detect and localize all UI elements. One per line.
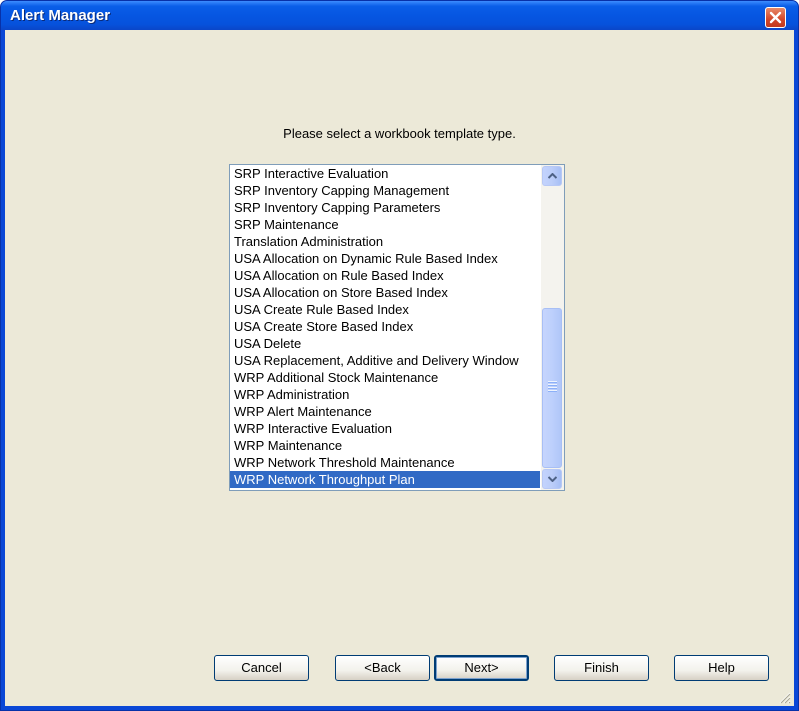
scroll-down-arrow-icon	[548, 476, 557, 482]
list-item[interactable]: WRP Interactive Evaluation	[230, 420, 540, 437]
list-item[interactable]: USA Allocation on Dynamic Rule Based Ind…	[230, 250, 540, 267]
close-icon	[769, 11, 782, 24]
list-item[interactable]: WRP Network Throughput Plan	[230, 471, 540, 488]
list-item[interactable]: SRP Maintenance	[230, 216, 540, 233]
list-item[interactable]: WRP Maintenance	[230, 437, 540, 454]
list-item[interactable]: Translation Administration	[230, 233, 540, 250]
cancel-button[interactable]: Cancel	[214, 655, 309, 681]
list-item[interactable]: USA Allocation on Rule Based Index	[230, 267, 540, 284]
list-item[interactable]: USA Allocation on Store Based Index	[230, 284, 540, 301]
window-title: Alert Manager	[10, 7, 111, 24]
scroll-thumb-grip	[548, 381, 557, 393]
scroll-thumb[interactable]	[542, 308, 562, 468]
alert-manager-window: Alert Manager Please select a workbook t…	[0, 0, 799, 711]
help-button[interactable]: Help	[674, 655, 769, 681]
list-item[interactable]: SRP Inventory Capping Parameters	[230, 199, 540, 216]
list-item[interactable]: USA Create Store Based Index	[230, 318, 540, 335]
close-button[interactable]	[765, 7, 786, 28]
list-item[interactable]: USA Create Rule Based Index	[230, 301, 540, 318]
back-button[interactable]: <Back	[335, 655, 430, 681]
resize-grip-icon[interactable]	[777, 690, 791, 704]
next-button[interactable]: Next>	[434, 655, 529, 681]
title-bar[interactable]: Alert Manager	[1, 1, 798, 30]
list-item[interactable]: SRP Interactive Evaluation	[230, 165, 540, 182]
finish-button[interactable]: Finish	[554, 655, 649, 681]
list-item[interactable]: SRP Inventory Capping Management	[230, 182, 540, 199]
instruction-label: Please select a workbook template type.	[283, 126, 516, 141]
dialog-client-area: Please select a workbook template type. …	[5, 30, 794, 706]
list-item[interactable]: WRP Additional Stock Maintenance	[230, 369, 540, 386]
list-item[interactable]: USA Delete	[230, 335, 540, 352]
scroll-up-arrow-icon	[548, 173, 557, 179]
list-item[interactable]: WRP Alert Maintenance	[230, 403, 540, 420]
list-item[interactable]: USA Replacement, Additive and Delivery W…	[230, 352, 540, 369]
scroll-up-button[interactable]	[542, 166, 562, 186]
list-scrollbar[interactable]	[541, 165, 564, 490]
template-type-listbox[interactable]: SRP Interactive Evaluation SRP Inventory …	[229, 164, 565, 491]
list-item[interactable]: WRP Network Threshold Maintenance	[230, 454, 540, 471]
template-list: SRP Interactive Evaluation SRP Inventory …	[230, 165, 540, 488]
scroll-down-button[interactable]	[542, 469, 562, 489]
list-item[interactable]: WRP Administration	[230, 386, 540, 403]
